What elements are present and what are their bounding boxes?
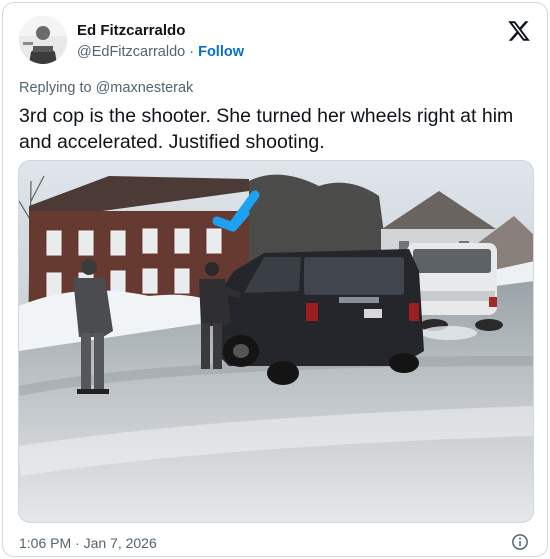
tweet-media[interactable] bbox=[18, 160, 534, 523]
info-icon[interactable] bbox=[511, 533, 529, 551]
reply-context: Replying to @maxnesterak bbox=[19, 80, 193, 96]
reply-target-link[interactable]: @maxnesterak bbox=[96, 80, 194, 96]
avatar-image bbox=[19, 16, 67, 64]
x-logo-icon[interactable] bbox=[507, 19, 531, 43]
tweet-text: 3rd cop is the shooter. She turned her w… bbox=[19, 105, 514, 153]
tweet-card: Ed Fitzcarraldo @EdFitzcarraldo · Follow… bbox=[2, 2, 548, 557]
author-name[interactable]: Ed Fitzcarraldo bbox=[77, 22, 185, 39]
handle-separator: · bbox=[185, 44, 199, 60]
author-handle-row: @EdFitzcarraldo · Follow bbox=[77, 44, 244, 60]
media-photo bbox=[19, 161, 533, 522]
author-handle[interactable]: @EdFitzcarraldo bbox=[77, 44, 185, 60]
tweet-timestamp[interactable]: 1:06 PM · Jan 7, 2026 bbox=[19, 535, 157, 551]
avatar[interactable] bbox=[19, 16, 67, 64]
follow-button[interactable]: Follow bbox=[198, 44, 244, 60]
reply-prefix: Replying to bbox=[19, 80, 96, 96]
